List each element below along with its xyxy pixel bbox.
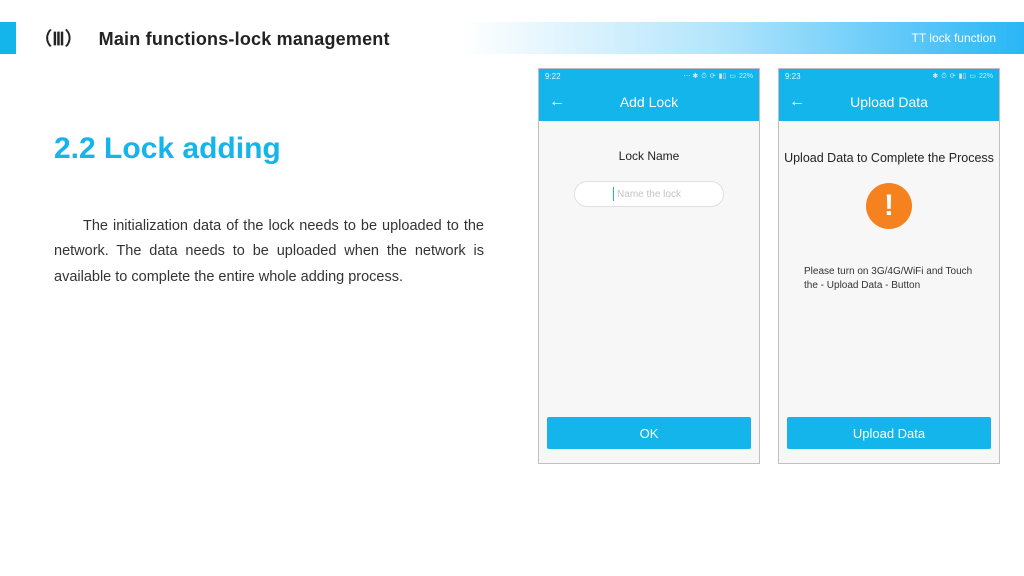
sync-icon: ⟳: [710, 73, 716, 80]
battery-pct: 22%: [739, 73, 753, 80]
status-icons: ✱ ⏱ ⟳ ▮▯ ▭ 22%: [932, 73, 993, 80]
lock-name-input[interactable]: Name the lock: [574, 181, 724, 207]
header-title: （Ⅲ） Main functions-lock management: [34, 25, 390, 51]
app-bar: ← Add Lock: [539, 83, 759, 121]
lock-name-label: Lock Name: [539, 149, 759, 163]
content-area: 2.2 Lock adding The initialization data …: [0, 54, 1024, 576]
sync-icon: ⟳: [950, 73, 956, 80]
text-column: 2.2 Lock adding The initialization data …: [54, 132, 484, 290]
phone-body: Lock Name Name the lock OK: [539, 121, 759, 463]
phone-upload-data: 9:23 ✱ ⏱ ⟳ ▮▯ ▭ 22% ← Upload Data Upload…: [778, 68, 1000, 464]
signal-icon: ▮▯: [719, 73, 727, 80]
lock-name-placeholder: Name the lock: [617, 189, 681, 200]
battery-pct: 22%: [979, 73, 993, 80]
app-bar: ← Upload Data: [779, 83, 999, 121]
section-marker: （Ⅲ）: [34, 29, 83, 49]
status-bar: 9:22 ⋯ ✱ ⏱ ⟳ ▮▯ ▭ 22%: [539, 69, 759, 83]
header-bar: （Ⅲ） Main functions-lock management TT lo…: [0, 22, 1024, 54]
phone-mockups: 9:22 ⋯ ✱ ⏱ ⟳ ▮▯ ▭ 22% ← Add Lock Lock Na…: [538, 68, 1000, 464]
bluetooth-icon: ✱: [932, 73, 938, 80]
status-icons: ⋯ ✱ ⏱ ⟳ ▮▯ ▭ 22%: [683, 73, 753, 80]
back-icon[interactable]: ←: [549, 94, 565, 110]
ok-button[interactable]: OK: [547, 417, 751, 449]
upload-hint: Please turn on 3G/4G/WiFi and Touch the …: [804, 265, 974, 293]
signal-icon: ▮▯: [959, 73, 967, 80]
alarm-icon: ⏱: [941, 73, 946, 80]
text-cursor: [613, 187, 614, 201]
back-icon[interactable]: ←: [789, 94, 805, 110]
upload-data-button-label: Upload Data: [853, 426, 925, 441]
phone-body: Upload Data to Complete the Process ! Pl…: [779, 121, 999, 463]
status-time: 9:22: [545, 72, 561, 81]
bluetooth-icon: ⋯ ✱: [683, 73, 698, 80]
phone-add-lock: 9:22 ⋯ ✱ ⏱ ⟳ ▮▯ ▭ 22% ← Add Lock Lock Na…: [538, 68, 760, 464]
upload-data-button[interactable]: Upload Data: [787, 417, 991, 449]
ok-button-label: OK: [640, 426, 659, 441]
section-heading: 2.2 Lock adding: [54, 132, 484, 166]
status-time: 9:23: [785, 72, 801, 81]
warning-icon: !: [866, 183, 912, 229]
section-body: The initialization data of the lock need…: [54, 214, 484, 290]
upload-headline: Upload Data to Complete the Process: [779, 151, 999, 165]
header-accent-tab: [0, 22, 16, 54]
battery-icon: ▭: [969, 73, 976, 80]
warning-glyph: !: [884, 191, 894, 221]
battery-icon: ▭: [729, 73, 736, 80]
status-bar: 9:23 ✱ ⏱ ⟳ ▮▯ ▭ 22%: [779, 69, 999, 83]
alarm-icon: ⏱: [701, 73, 706, 80]
appbar-title: Upload Data: [850, 94, 928, 110]
header-title-text: Main functions-lock management: [99, 29, 390, 49]
header-right-label: TT lock function: [912, 31, 996, 45]
appbar-title: Add Lock: [620, 94, 678, 110]
